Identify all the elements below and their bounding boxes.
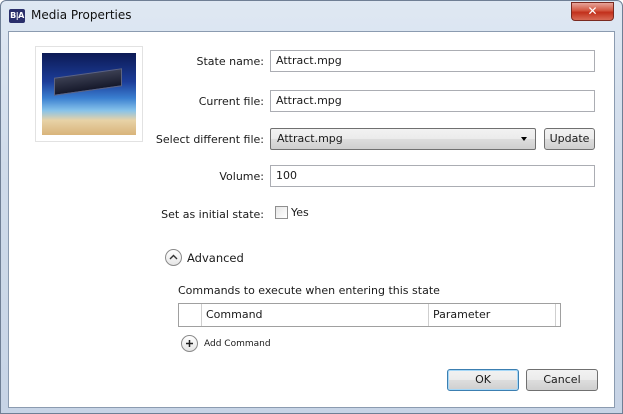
initial-state-checkbox[interactable] [275,206,288,219]
cancel-button[interactable]: Cancel [526,369,598,391]
device-image [54,68,122,96]
initial-state-option-label: Yes [291,206,309,219]
volume-input[interactable]: 100 [270,165,595,187]
commands-caption: Commands to execute when entering this s… [178,284,440,297]
update-button[interactable]: Update [544,128,595,150]
initial-state-label: Set as initial state: [161,208,264,221]
volume-label: Volume: [219,170,264,183]
dialog-body: State name: Attract.mpg Current file: At… [8,31,615,408]
column-header-parameter[interactable]: Parameter [428,304,555,326]
title-bar[interactable]: B|A Media Properties ✕ [1,1,622,31]
current-file-label: Current file: [198,95,264,108]
media-properties-window: B|A Media Properties ✕ State name: Attra… [0,0,623,414]
column-divider [555,304,556,326]
media-thumbnail [35,46,143,142]
commands-table[interactable]: Command Parameter [178,303,561,327]
select-file-label: Select different file: [155,133,264,146]
state-name-label: State name: [196,55,264,68]
state-name-input[interactable]: Attract.mpg [270,50,595,72]
close-button[interactable]: ✕ [571,2,614,21]
window-title: Media Properties [31,8,132,22]
add-command-label[interactable]: Add Command [204,339,271,349]
advanced-label[interactable]: Advanced [187,251,244,265]
column-header-command[interactable]: Command [201,304,428,326]
chevron-down-icon [521,137,527,141]
current-file-input[interactable]: Attract.mpg [270,90,595,112]
media-preview-image [42,53,136,135]
select-file-value: Attract.mpg [277,132,343,145]
select-file-dropdown[interactable]: Attract.mpg [270,128,536,150]
app-icon: B|A [9,9,25,23]
plus-icon [186,340,193,347]
advanced-toggle-button[interactable] [165,249,182,266]
add-command-button[interactable] [181,335,198,352]
ok-button[interactable]: OK [447,369,519,391]
close-icon: ✕ [587,4,598,18]
chevron-up-icon [169,254,178,260]
